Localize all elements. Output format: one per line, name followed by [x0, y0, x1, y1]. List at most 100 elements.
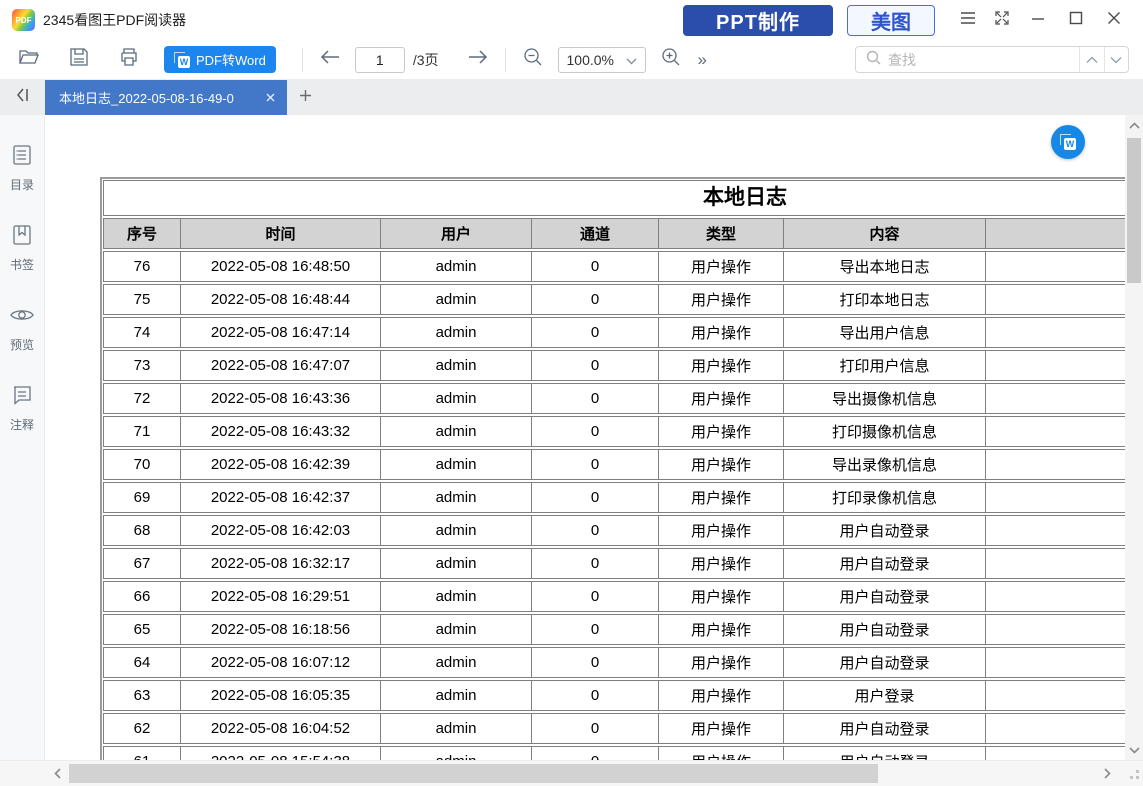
open-file-button[interactable] [14, 46, 44, 74]
column-header: 类型 [659, 219, 784, 248]
cell-channel: 0 [532, 681, 659, 710]
resize-grip[interactable] [1130, 767, 1140, 785]
cell-type: 用户操作 [659, 483, 784, 512]
cell-content: 导出用户信息 [784, 318, 986, 347]
cell-user: admin [381, 615, 532, 644]
cell-type: 用户操作 [659, 582, 784, 611]
search-field[interactable] [856, 47, 1079, 72]
chevron-up-icon [1129, 122, 1140, 129]
cell-channel: 0 [532, 615, 659, 644]
comment-icon [10, 383, 34, 412]
cell-index: 71 [104, 417, 181, 446]
cell-type: 用户操作 [659, 417, 784, 446]
cell-channel: 0 [532, 252, 659, 281]
table-row: 66 2022-05-08 16:29:51 admin 0 用户操作 用户自动… [103, 581, 1125, 612]
horizontal-scrollbar[interactable] [0, 760, 1143, 786]
cell-time: 2022-05-08 16:48:44 [181, 285, 381, 314]
maximize-button[interactable] [1057, 5, 1095, 35]
new-tab-button[interactable] [287, 80, 323, 115]
search-icon [866, 50, 881, 70]
next-page-button[interactable] [463, 46, 493, 74]
sidebar-item-label: 书签 [10, 256, 34, 273]
more-tools-button[interactable]: » [698, 50, 707, 70]
fullscreen-button[interactable] [985, 5, 1019, 35]
find-next-button[interactable] [1104, 47, 1129, 72]
cell-time: 2022-05-08 16:47:14 [181, 318, 381, 347]
cell-type: 用户操作 [659, 549, 784, 578]
document-viewport[interactable]: 本地日志 序号 时间 用户 通道 类型 内容 76 2022-05-08 16:… [45, 115, 1125, 760]
menu-button[interactable] [951, 5, 985, 35]
cell-user: admin [381, 648, 532, 677]
vertical-scroll-thumb[interactable] [1127, 138, 1141, 283]
horizontal-scroll-thumb[interactable] [69, 764, 878, 783]
cell-extra [986, 549, 1125, 578]
zoom-in-button[interactable] [656, 46, 686, 74]
sidebar-item-label: 预览 [10, 336, 34, 353]
zoom-in-icon [661, 47, 681, 72]
zoom-level-value: 100.0% [567, 52, 614, 68]
cell-user: admin [381, 681, 532, 710]
sidebar-item-bookmarks[interactable]: 书签 [10, 223, 34, 273]
ppt-make-button[interactable]: PPT制作 [683, 5, 833, 36]
chevron-down-icon [626, 52, 637, 68]
cell-time: 2022-05-08 16:43:32 [181, 417, 381, 446]
app-logo-icon: PDF [12, 9, 35, 31]
cell-channel: 0 [532, 549, 659, 578]
prev-page-button[interactable] [315, 46, 345, 74]
cell-channel: 0 [532, 747, 659, 760]
scroll-right-button[interactable] [1096, 761, 1118, 786]
cell-time: 2022-05-08 16:47:07 [181, 351, 381, 380]
sidebar-item-toc[interactable]: 目录 [10, 143, 34, 193]
pdf-to-word-label: PDF转Word [196, 50, 266, 69]
cell-type: 用户操作 [659, 285, 784, 314]
document-tab[interactable]: 本地日志_2022-05-08-16-49-0 [45, 80, 287, 115]
cell-channel: 0 [532, 450, 659, 479]
cell-type: 用户操作 [659, 384, 784, 413]
collapse-sidebar-button[interactable] [0, 80, 45, 115]
sidebar-item-label: 目录 [10, 176, 34, 193]
scroll-left-button[interactable] [46, 761, 68, 786]
cell-extra [986, 747, 1125, 760]
cell-extra [986, 318, 1125, 347]
cell-user: admin [381, 417, 532, 446]
search-input[interactable] [888, 52, 1069, 68]
meitu-button[interactable]: 美图 [847, 5, 935, 36]
floating-pdf-to-word-button[interactable]: W [1051, 125, 1085, 159]
scroll-down-button[interactable] [1125, 740, 1143, 760]
word-doc-icon: W [1060, 134, 1076, 150]
find-previous-button[interactable] [1079, 47, 1104, 72]
save-button[interactable] [64, 46, 94, 74]
sidebar-item-label: 注释 [10, 416, 34, 433]
cell-channel: 0 [532, 582, 659, 611]
cell-user: admin [381, 318, 532, 347]
cell-channel: 0 [532, 285, 659, 314]
tabbar: 本地日志_2022-05-08-16-49-0 [0, 80, 1143, 115]
cell-extra [986, 681, 1125, 710]
vertical-scrollbar[interactable] [1125, 115, 1143, 760]
table-row: 73 2022-05-08 16:47:07 admin 0 用户操作 打印用户… [103, 350, 1125, 381]
scroll-up-button[interactable] [1125, 115, 1143, 135]
zoom-out-button[interactable] [518, 46, 548, 74]
table-row: 75 2022-05-08 16:48:44 admin 0 用户操作 打印本地… [103, 284, 1125, 315]
folder-open-icon [18, 47, 40, 72]
minimize-button[interactable] [1019, 5, 1057, 35]
sidebar-item-comments[interactable]: 注释 [10, 383, 34, 433]
cell-index: 74 [104, 318, 181, 347]
cell-user: admin [381, 285, 532, 314]
cell-index: 76 [104, 252, 181, 281]
plus-icon [299, 89, 312, 107]
print-button[interactable] [114, 46, 144, 74]
close-button[interactable] [1095, 5, 1133, 35]
word-doc-icon: W [174, 52, 190, 68]
cell-content: 用户自动登录 [784, 747, 986, 760]
cell-type: 用户操作 [659, 252, 784, 281]
zoom-level-dropdown[interactable]: 100.0% [558, 47, 646, 73]
cell-extra [986, 483, 1125, 512]
cell-index: 68 [104, 516, 181, 545]
cell-channel: 0 [532, 384, 659, 413]
sidebar-item-preview[interactable]: 预览 [9, 303, 35, 353]
tab-close-button[interactable] [261, 89, 279, 107]
pdf-to-word-button[interactable]: W PDF转Word [164, 46, 276, 73]
cell-time: 2022-05-08 16:42:37 [181, 483, 381, 512]
page-number-input[interactable] [355, 47, 405, 73]
